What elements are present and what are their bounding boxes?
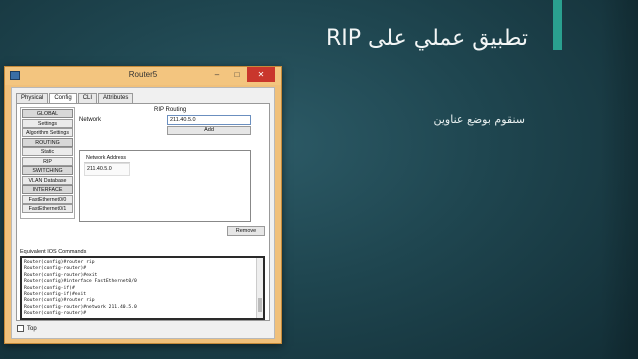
minimize-button[interactable]: – [207,67,227,82]
sidebar-item-fastethernet0-1[interactable]: FastEthernet0/1 [22,204,73,213]
rip-routing-title: RIP Routing [154,107,187,113]
router-window: Router5 – □ ✕ Physical Config CLI Attrib… [4,66,282,344]
add-button[interactable]: Add [167,126,251,135]
tab-attributes[interactable]: Attributes [98,93,134,103]
console-line: Router(config-router)# [24,311,87,317]
config-sidebar: GLOBAL Settings Algorithm Settings ROUTI… [20,107,75,219]
close-button[interactable]: ✕ [247,67,275,82]
slide-accent-tab [553,0,562,50]
console-lines: Router(config)#router rip Router(config-… [24,260,253,318]
window-controls: – □ ✕ [207,67,275,82]
list-item[interactable]: 211.40.5.0 [84,163,130,176]
network-input[interactable]: 211.40.5.0 [167,115,251,125]
sidebar-item-rip[interactable]: RIP [22,156,73,166]
sidebar-item-algorithm-settings[interactable]: Algorithm Settings [22,128,73,137]
sidebar-header-interface: INTERFACE [22,185,73,194]
network-address-list[interactable]: Network Address 211.40.5.0 [79,150,251,222]
sidebar-header-switching: SWITCHING [22,166,73,175]
window-titlebar[interactable]: Router5 – □ ✕ [5,67,281,85]
config-panel: GLOBAL Settings Algorithm Settings ROUTI… [16,103,270,321]
slide-right-band [600,0,638,359]
sidebar-header-global: GLOBAL [22,109,73,118]
sidebar-item-vlan-database[interactable]: VLAN Database [22,175,73,185]
tab-physical[interactable]: Physical [16,93,49,103]
sidebar-item-settings[interactable]: Settings [22,118,73,128]
scrollbar-thumb[interactable] [258,298,262,312]
console-scrollbar[interactable] [256,258,263,318]
ios-commands-console[interactable]: Router(config)#router rip Router(config-… [20,256,265,320]
maximize-button[interactable]: □ [227,67,247,82]
network-label: Network [79,117,102,123]
remove-button[interactable]: Remove [227,226,265,236]
network-list-header: Network Address [84,154,130,163]
sidebar-header-routing: ROUTING [22,137,73,147]
window-client-area: Physical Config CLI Attributes GLOBAL Se… [11,87,275,339]
top-toggle[interactable]: Top [17,325,37,332]
slide-body-text: سنقوم بوضع عناوين [433,113,525,126]
top-checkbox[interactable] [17,325,24,332]
sidebar-item-fastethernet0-0[interactable]: FastEthernet0/0 [22,194,73,204]
slide-title: تطبيق عملي على RIP [325,26,528,51]
top-label: Top [27,325,37,332]
sidebar-item-static[interactable]: Static [22,147,73,156]
ios-commands-label: Equivalent IOS Commands [20,249,87,255]
tab-cli[interactable]: CLI [77,93,98,103]
